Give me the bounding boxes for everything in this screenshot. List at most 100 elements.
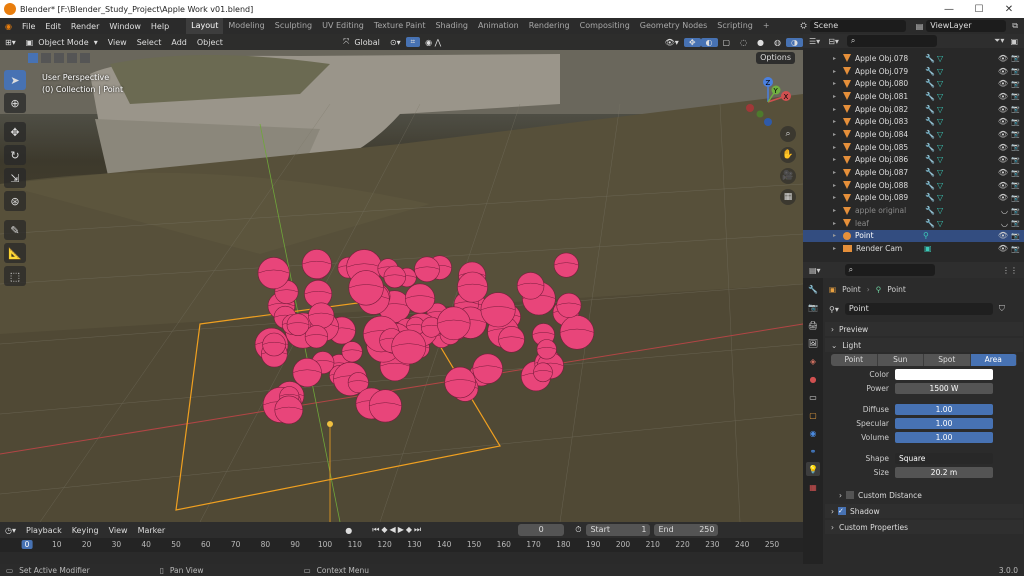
- timeline-menu-playback[interactable]: Playback: [21, 526, 67, 535]
- properties-pin-icon[interactable]: ⋮⋮: [1002, 266, 1018, 275]
- shading-material-icon[interactable]: ◍: [769, 38, 786, 47]
- power-field[interactable]: 1500 W: [895, 383, 993, 394]
- select-extend-icon[interactable]: [41, 53, 51, 63]
- expand-arrow-icon[interactable]: ▸: [833, 207, 841, 214]
- expand-arrow-icon[interactable]: ▸: [833, 106, 841, 113]
- expand-arrow-icon[interactable]: ▸: [833, 144, 841, 151]
- scale-tool-icon[interactable]: ⇲: [4, 168, 26, 188]
- fake-user-shield-icon[interactable]: ⛉: [999, 304, 1005, 314]
- zoom-icon[interactable]: ⌕: [780, 126, 796, 142]
- outliner-row[interactable]: ▸ Apple Obj.081 🔧 ▽ 👁 📷: [803, 90, 1024, 103]
- light-type-area[interactable]: Area: [970, 354, 1017, 366]
- expand-arrow-icon[interactable]: ▸: [833, 232, 841, 239]
- mesh-data-icon[interactable]: ▽: [937, 219, 945, 228]
- mesh-data-icon[interactable]: ▽: [937, 168, 945, 177]
- modifier-wrench-icon[interactable]: 🔧: [925, 168, 935, 177]
- mesh-data-icon[interactable]: ▽: [937, 67, 945, 76]
- timeline-menu-view[interactable]: View: [104, 526, 133, 535]
- render-visibility-icon[interactable]: 📷: [1011, 67, 1020, 75]
- outliner-row[interactable]: ▸ apple original 🔧 ▽ ◡ 📷: [803, 204, 1024, 217]
- eye-icon[interactable]: 👁: [998, 181, 1008, 190]
- render-tab-icon[interactable]: 📷: [806, 300, 820, 314]
- outliner-editor-type-icon[interactable]: ☰▾: [809, 37, 820, 46]
- render-visibility-icon[interactable]: 📷: [1011, 232, 1020, 240]
- modifier-wrench-icon[interactable]: 🔧: [925, 206, 935, 215]
- select-invert-icon[interactable]: [67, 53, 77, 63]
- modifier-wrench-icon[interactable]: 🔧: [925, 143, 935, 152]
- view-layer-add-icon[interactable]: ⧉: [1012, 21, 1018, 31]
- camera-view-icon[interactable]: 🎥: [780, 168, 796, 184]
- menu-file[interactable]: File: [17, 22, 40, 31]
- select-subtract-icon[interactable]: [54, 53, 64, 63]
- render-visibility-icon[interactable]: 📷: [1011, 245, 1020, 253]
- timeline-menu-keying[interactable]: Keying: [67, 526, 104, 535]
- eye-closed-icon[interactable]: ◡: [1001, 206, 1008, 215]
- eye-icon[interactable]: 👁: [998, 130, 1008, 139]
- apple-object[interactable]: [274, 395, 304, 425]
- expand-arrow-icon[interactable]: ▸: [833, 194, 841, 201]
- tab-geometry-nodes[interactable]: Geometry Nodes: [635, 18, 712, 34]
- modifier-wrench-icon[interactable]: 🔧: [925, 219, 935, 228]
- apple-object[interactable]: [383, 265, 406, 289]
- volume-slider[interactable]: 1.00: [895, 432, 993, 443]
- tab-rendering[interactable]: Rendering: [524, 18, 575, 34]
- menu-window[interactable]: Window: [104, 22, 146, 31]
- eye-icon[interactable]: 👁: [998, 54, 1008, 63]
- view-layer-field[interactable]: ViewLayer: [926, 20, 1007, 32]
- eye-icon[interactable]: 👁: [998, 155, 1008, 164]
- apple-object[interactable]: [556, 292, 582, 318]
- outliner-display-mode-icon[interactable]: ⊟▾: [828, 37, 839, 46]
- apple-object[interactable]: [457, 271, 488, 303]
- modifier-wrench-icon[interactable]: 🔧: [925, 54, 935, 63]
- apple-object[interactable]: [414, 256, 440, 283]
- timeline-editor-type-icon[interactable]: ◷▾: [0, 526, 21, 535]
- modifier-wrench-icon[interactable]: 🔧: [925, 117, 935, 126]
- tab-texture-paint[interactable]: Texture Paint: [369, 18, 431, 34]
- object-tab-icon[interactable]: ▢: [806, 408, 820, 422]
- outliner-row[interactable]: ▸ Apple Obj.085 🔧 ▽ 👁 📷: [803, 141, 1024, 154]
- expand-arrow-icon[interactable]: ▸: [833, 156, 841, 163]
- output-tab-icon[interactable]: 🖨: [806, 318, 820, 332]
- apple-object[interactable]: [436, 306, 471, 341]
- outliner-row[interactable]: ▸ Render Cam ▣ 👁 📷: [803, 242, 1024, 255]
- gizmo-neg-y[interactable]: [756, 110, 764, 118]
- apple-object[interactable]: [341, 341, 363, 363]
- modifier-wrench-icon[interactable]: 🔧: [925, 79, 935, 88]
- render-visibility-icon[interactable]: 📷: [1011, 207, 1020, 215]
- size-field[interactable]: 20.2 m: [895, 467, 993, 478]
- light-panel-header[interactable]: ⌄ Light: [825, 338, 1023, 352]
- mesh-data-icon[interactable]: ▽: [937, 79, 945, 88]
- shading-wireframe-icon[interactable]: ◌: [735, 38, 752, 47]
- viewport-menu-view[interactable]: View: [103, 38, 132, 47]
- light-data-icon[interactable]: ⚲: [923, 231, 931, 240]
- tab-uv-editing[interactable]: UV Editing: [317, 18, 369, 34]
- modifier-wrench-icon[interactable]: 🔧: [925, 130, 935, 139]
- expand-arrow-icon[interactable]: ▸: [833, 80, 841, 87]
- expand-arrow-icon[interactable]: ▸: [833, 55, 841, 62]
- playback-controls[interactable]: ⏮◆◀▶◆⏭: [367, 525, 428, 535]
- light-type-point[interactable]: Point: [831, 354, 878, 366]
- light-data-tab-icon[interactable]: 💡: [806, 462, 820, 476]
- tab-scripting[interactable]: Scripting: [712, 18, 758, 34]
- collection-tab-icon[interactable]: ▭: [806, 390, 820, 404]
- viewport-menu-object[interactable]: Object: [192, 38, 228, 47]
- annotate-tool-icon[interactable]: ✎: [4, 220, 26, 240]
- expand-arrow-icon[interactable]: ▸: [833, 220, 841, 227]
- apple-object[interactable]: [301, 249, 332, 280]
- eye-icon[interactable]: 👁: [998, 79, 1008, 88]
- apple-object[interactable]: [257, 257, 290, 290]
- apple-object[interactable]: [533, 362, 553, 383]
- render-visibility-icon[interactable]: 📷: [1011, 219, 1020, 227]
- constraints-tab-icon[interactable]: ⚭: [806, 444, 820, 458]
- viewport-menu-select[interactable]: Select: [132, 38, 167, 47]
- eye-icon[interactable]: 👁: [998, 168, 1008, 177]
- mesh-data-icon[interactable]: ▽: [937, 92, 945, 101]
- render-visibility-icon[interactable]: 📷: [1011, 80, 1020, 88]
- 3d-viewport[interactable]: ⊞▾ ▣ Object Mode ▾ View Select Add Objec…: [0, 34, 803, 522]
- modifier-wrench-icon[interactable]: 🔧: [925, 92, 935, 101]
- visibility-icon[interactable]: 👁▾: [660, 38, 684, 47]
- eye-icon[interactable]: 👁: [998, 92, 1008, 101]
- new-collection-icon[interactable]: ▣: [1010, 37, 1018, 46]
- light-type-sun[interactable]: Sun: [877, 354, 924, 366]
- select-intersect-icon[interactable]: [80, 53, 90, 63]
